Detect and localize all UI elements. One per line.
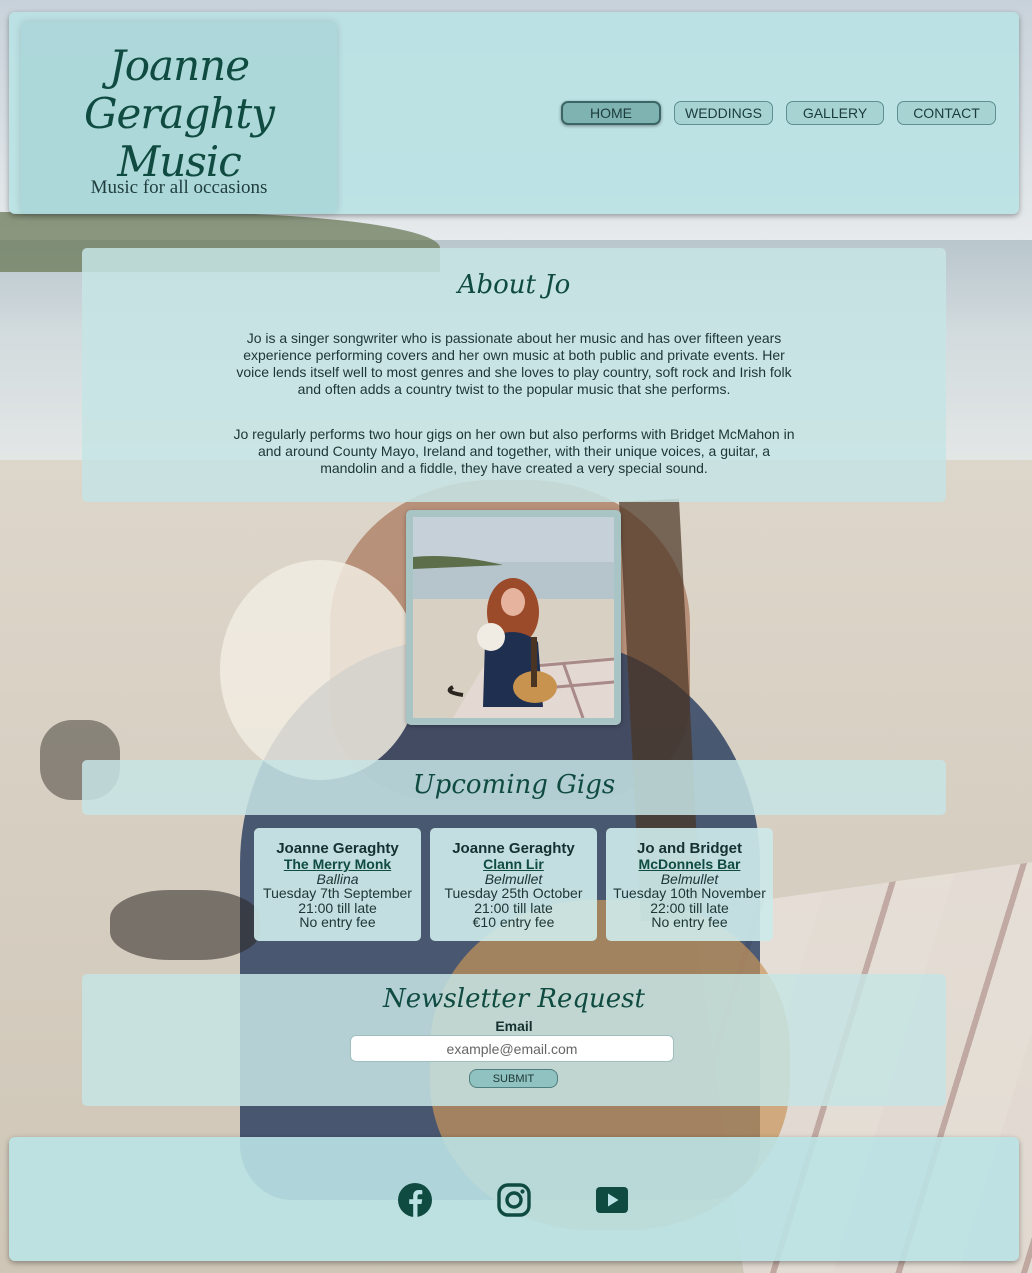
gig-time: 21:00 till late xyxy=(298,899,377,916)
instagram-icon[interactable] xyxy=(497,1183,531,1217)
profile-photo xyxy=(406,510,621,725)
nav-gallery-button[interactable]: GALLERY xyxy=(786,101,884,125)
profile-photo-image xyxy=(413,517,614,718)
about-paragraph-1: Jo is a singer songwriter who is passion… xyxy=(236,330,792,397)
about-paragraph-2: Jo regularly performs two hour gigs on h… xyxy=(233,426,795,476)
logo-tagline: Music for all occasions xyxy=(90,177,268,198)
gigs-section-header: Upcoming Gigs xyxy=(82,760,946,815)
gig-card: Jo and Bridget McDonnels Bar Belmullet T… xyxy=(606,828,773,941)
gig-time: 22:00 till late xyxy=(650,899,729,916)
gig-card: Joanne Geraghty The Merry Monk Ballina T… xyxy=(254,828,421,941)
about-section: About Jo Jo is a singer songwriter who i… xyxy=(82,248,946,502)
gig-time: 21:00 till late xyxy=(474,899,553,916)
gig-date: Tuesday 25th October xyxy=(444,885,583,901)
gig-fee: €10 entry fee xyxy=(472,914,555,930)
main-nav: HOME WEDDINGS GALLERY CONTACT xyxy=(561,101,996,125)
email-label: Email xyxy=(495,1018,533,1034)
youtube-icon[interactable] xyxy=(595,1183,629,1217)
gig-date: Tuesday 10th November xyxy=(613,885,766,901)
gig-venue-link[interactable]: The Merry Monk xyxy=(254,857,421,872)
site-footer xyxy=(9,1137,1019,1261)
facebook-icon[interactable] xyxy=(398,1183,432,1217)
gig-date: Tuesday 7th September xyxy=(263,885,412,901)
nav-weddings-button[interactable]: WEDDINGS xyxy=(674,101,773,125)
email-field[interactable] xyxy=(350,1035,674,1062)
gig-card: Joanne Geraghty Clann Lir Belmullet Tues… xyxy=(430,828,597,941)
logo[interactable]: Joanne Geraghty Music Music for all occa… xyxy=(21,22,337,214)
nav-contact-button[interactable]: CONTACT xyxy=(897,101,996,125)
site-header: Joanne Geraghty Music Music for all occa… xyxy=(9,12,1019,214)
nav-home-button[interactable]: HOME xyxy=(561,101,661,125)
submit-button[interactable]: SUBMIT xyxy=(469,1069,558,1088)
newsletter-heading: Newsletter Request xyxy=(383,984,645,1014)
gig-venue-link[interactable]: McDonnels Bar xyxy=(606,857,773,872)
newsletter-section: Newsletter Request Email SUBMIT xyxy=(82,974,946,1106)
gig-fee: No entry fee xyxy=(651,914,728,930)
gig-fee: No entry fee xyxy=(299,914,376,930)
logo-title: Joanne Geraghty Music xyxy=(83,41,275,186)
gig-town: Belmullet xyxy=(660,870,719,887)
gig-artist: Jo and Bridget xyxy=(636,840,742,857)
about-heading: About Jo xyxy=(457,270,571,300)
gig-artist: Joanne Geraghty xyxy=(276,840,399,857)
gigs-heading: Upcoming Gigs xyxy=(412,770,616,800)
gig-town: Belmullet xyxy=(484,870,543,887)
gig-artist: Joanne Geraghty xyxy=(452,840,575,857)
gig-town: Ballina xyxy=(316,870,359,887)
gig-venue-link[interactable]: Clann Lir xyxy=(430,857,597,872)
